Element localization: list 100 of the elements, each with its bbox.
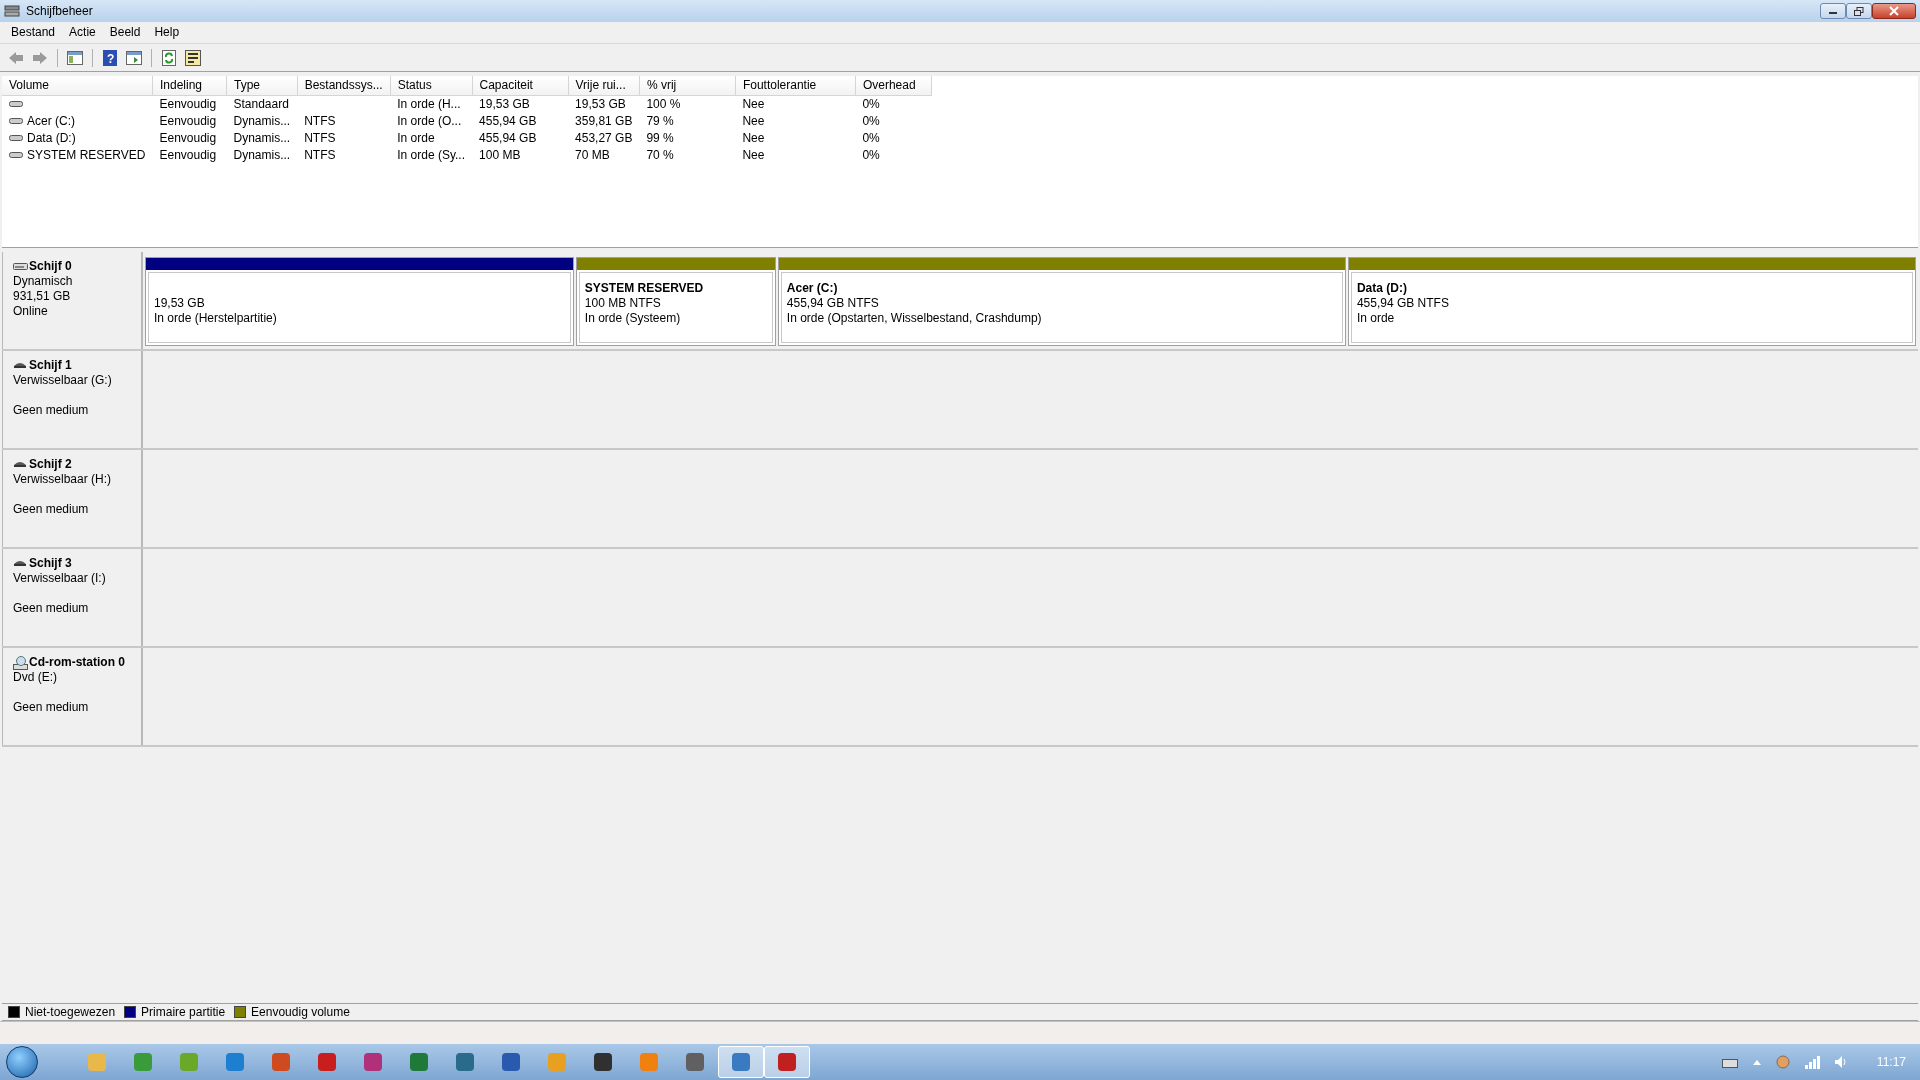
table-cell: Standaard [226,95,298,113]
panel-icon [126,50,142,65]
table-cell-text: Eenvoudig [158,112,218,130]
keyboard-icon [1721,1056,1738,1068]
menu-item[interactable]: Bestand [4,23,63,42]
menu-item[interactable]: Help [147,23,187,42]
show-hidden-icons-icon [1751,1058,1762,1066]
minimize-button[interactable] [1820,3,1846,19]
drive-icon [9,100,23,108]
close-icon [1889,6,1899,16]
disk-detail: Geen medium [13,502,90,517]
speaker-icon [1833,1055,1847,1069]
disk-name: Schijf 1 [29,358,72,373]
disk-info-panel[interactable]: Schijf 0 Dynamisch 931,51 GB Online [2,252,143,349]
table-cell-text: In orde (Sy... [396,146,467,164]
table-cell: SYSTEM RESERVED [27,147,146,163]
start-button[interactable] [6,1046,38,1078]
table-cell-text: Nee [741,146,766,164]
disk-detail: Online [13,304,49,319]
table-cell: 100 % [639,95,736,113]
legend-label: Eenvoudig volume [251,1004,350,1020]
partition-block[interactable]: Data (D:) 455,94 GB NTFS In orde [1347,257,1916,346]
table-cell-text: In orde [396,129,436,147]
partition-size: 100 MB NTFS [584,296,662,311]
table-cell-text: Nee [741,129,766,147]
column-header[interactable]: Type [226,76,298,95]
menu-item[interactable]: Beeld [102,23,148,42]
table-cell-text: 99 % [645,129,675,147]
disk-name: Cd-rom-station 0 [29,655,125,670]
table-cell: Acer (C:) [27,113,75,129]
table-cell-text: Dynamis... [232,146,292,164]
partition-block[interactable]: 19,53 GB In orde (Herstelpartitie) [145,257,574,346]
properties-icon [185,49,201,66]
partition-name: Data (D:) [1356,281,1408,296]
table-cell-text: NTFS [303,129,337,147]
table-cell-text: Eenvoudig [158,146,218,164]
partition-status: In orde (Systeem) [584,311,682,326]
partition-status: In orde (Herstelpartitie) [154,311,278,326]
table-cell-text: NTFS [303,146,337,164]
table-cell-text: Eenvoudig [158,129,218,147]
table-cell-text: Nee [741,112,766,130]
disk-info-panel[interactable]: Schijf 2 Verwisselbaar (H:) Geen medium [2,450,143,547]
table-cell-text: 0% [861,129,881,147]
disk-detail: Verwisselbaar (H:) [13,472,113,487]
table-cell-text: 79 % [645,112,675,130]
disk-detail: Verwisselbaar (G:) [13,373,113,388]
column-header[interactable]: Volume [2,76,153,95]
disk-name: Schijf 3 [29,556,72,571]
disk-info-panel[interactable]: Cd-rom-station 0 Dvd (E:) Geen medium [2,648,143,745]
taskbar-button[interactable] [764,1046,810,1078]
table-cell-text: 70 % [645,146,675,164]
disk-detail: Dvd (E:) [13,670,58,685]
disk-detail: Verwisselbaar (I:) [13,571,107,586]
partition-name: SYSTEM RESERVED [584,281,705,296]
column-header[interactable]: Bestandssys... [297,76,391,95]
table-cell-text: NTFS [303,112,337,130]
partition-size: 455,94 GB NTFS [1356,296,1450,311]
disk-info-panel[interactable]: Schijf 1 Verwisselbaar (G:) Geen medium [2,351,143,448]
restore-button[interactable] [1846,3,1872,19]
disk-info-panel[interactable]: Schijf 3 Verwisselbaar (I:) Geen medium [2,549,143,646]
column-header[interactable]: % vrij [639,76,736,95]
column-header[interactable]: Status [390,76,473,95]
window-title: Schijfbeheer [26,3,93,19]
table-cell-text: 455,94 GB [478,129,538,147]
disk-detail: Dynamisch [13,274,74,289]
panel-icon [67,50,83,65]
restore-icon [1854,6,1864,16]
column-header[interactable]: Capaciteit [472,76,569,95]
partition-name: Acer (C:) [786,281,839,296]
table-cell-text: 0% [861,146,881,164]
table-cell-text: 359,81 GB [574,112,634,130]
column-header[interactable]: Overhead [855,76,932,95]
column-header[interactable]: Vrije rui... [568,76,640,95]
disk-name: Schijf 0 [29,259,72,274]
clock: 11:17 [1876,1054,1906,1070]
disk-detail: Geen medium [13,700,90,715]
refresh-icon [162,49,176,66]
table-cell-text: 100 MB [478,146,522,164]
partition-size: 455,94 GB NTFS [786,296,880,311]
signal-icon [1803,1055,1820,1069]
taskbar-button[interactable] [718,1046,764,1078]
properties-button[interactable] [183,47,203,68]
table-cell: 0% [855,95,932,113]
forward-arrow-icon [32,50,48,65]
close-button[interactable] [1872,3,1916,19]
partition-block[interactable]: SYSTEM RESERVED 100 MB NTFS In orde (Systeem) [575,257,776,346]
back-arrow-icon [8,50,24,65]
table-cell-text: In orde (O... [396,112,463,130]
partition-block[interactable]: Acer (C:) 455,94 GB NTFS In orde (Opstarten, Wisselbestand, Crashdump) [777,257,1346,346]
partition-status: In orde [1356,311,1396,326]
table-cell-text: 455,94 GB [478,112,538,130]
column-header[interactable]: Fouttolerantie [735,76,856,95]
refresh-button[interactable] [159,47,179,68]
column-header[interactable]: Indeling [152,76,227,95]
drive-icon [9,134,23,142]
menu-item[interactable]: Actie [62,23,103,42]
disc-drive-icon [13,655,28,670]
table-cell: 19,53 GB [568,95,640,113]
drive-icon [9,117,23,125]
table-cell-text: Dynamis... [232,129,292,147]
